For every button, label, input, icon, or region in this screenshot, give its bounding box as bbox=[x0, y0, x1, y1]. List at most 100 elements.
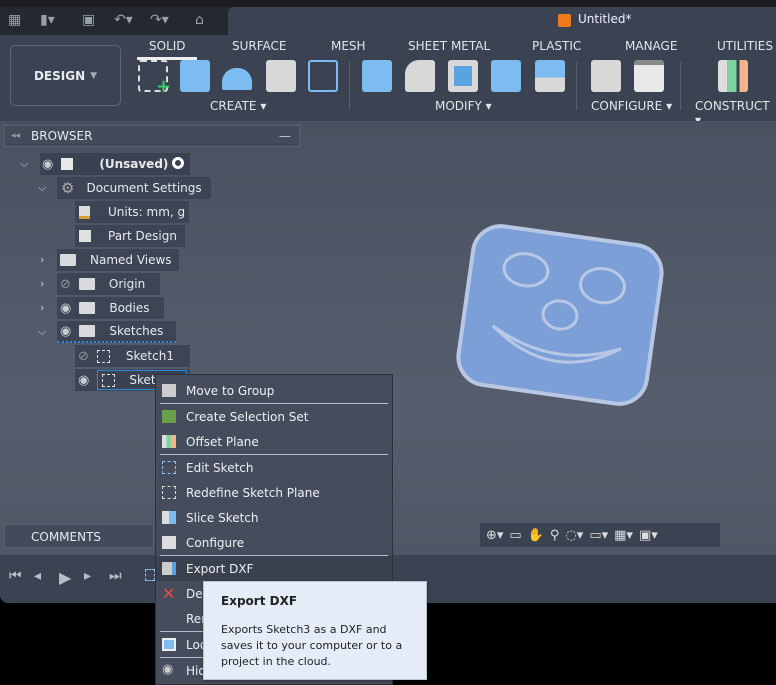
separator bbox=[576, 62, 577, 110]
go-to-end-icon[interactable]: ⏭ bbox=[109, 568, 122, 584]
window-top-strip bbox=[0, 0, 776, 7]
component-icon bbox=[61, 158, 74, 170]
workspace-switcher[interactable]: DESIGN ▼ bbox=[10, 45, 121, 106]
chevron-right-icon[interactable]: › bbox=[40, 301, 44, 314]
menu-item-export-dxf[interactable]: Export DXF bbox=[156, 556, 392, 581]
menu-item-edit-sketch[interactable]: Edit Sketch bbox=[156, 455, 392, 480]
document-title: Untitled* bbox=[578, 12, 632, 26]
chevron-down-icon[interactable]: ⌵ bbox=[38, 325, 46, 339]
eye-icon[interactable]: ◉ bbox=[60, 324, 71, 339]
timeline-sketch-icon[interactable] bbox=[145, 569, 155, 581]
menu-item-configure[interactable]: Configure bbox=[156, 530, 392, 555]
tab-plastic[interactable]: PLASTIC bbox=[532, 39, 581, 53]
pan-icon[interactable]: ✋ bbox=[528, 528, 544, 543]
configure-icon bbox=[162, 536, 176, 549]
zoom-icon[interactable]: ⚲ bbox=[550, 528, 560, 543]
menu-item-slice-sketch[interactable]: Slice Sketch bbox=[156, 505, 392, 530]
offset-plane-icon[interactable] bbox=[718, 60, 748, 92]
go-to-start-icon[interactable]: ⏮ bbox=[9, 568, 22, 584]
item-label: Bodies bbox=[109, 301, 150, 315]
fillet-icon[interactable] bbox=[405, 60, 435, 92]
eye-icon[interactable]: ◉ bbox=[42, 157, 53, 172]
tree-item-sketch1[interactable]: ⊘ Sketch1 bbox=[75, 345, 190, 367]
menu-item-move-to-group[interactable]: Move to Group bbox=[156, 378, 392, 403]
slice-icon bbox=[162, 511, 176, 524]
menu-item-redefine-sketch-plane[interactable]: Redefine Sketch Plane bbox=[156, 480, 392, 505]
eye-icon[interactable]: ◉ bbox=[78, 373, 89, 388]
activate-radio-icon[interactable] bbox=[172, 157, 184, 169]
comments-panel[interactable]: COMMENTS bbox=[4, 524, 154, 548]
tab-sheet-metal[interactable]: SHEET METAL bbox=[408, 39, 490, 53]
separator bbox=[349, 62, 350, 110]
eye-hidden-icon[interactable]: ⊘ bbox=[78, 349, 89, 364]
menu-item-offset-plane[interactable]: Offset Plane bbox=[156, 429, 392, 454]
look-at-icon bbox=[162, 638, 176, 651]
tree-root[interactable]: ◉ (Unsaved) bbox=[40, 153, 190, 175]
create-menu[interactable]: CREATE ▾ bbox=[210, 99, 266, 113]
home-icon[interactable]: ⌂ bbox=[195, 12, 204, 28]
chevron-down-icon[interactable]: ⌵ bbox=[38, 181, 46, 195]
tree-item-bodies[interactable]: ◉ Bodies bbox=[57, 297, 164, 319]
display-settings-icon[interactable]: ▭▾ bbox=[589, 528, 608, 543]
pattern-icon[interactable] bbox=[308, 60, 338, 92]
extrude-icon[interactable] bbox=[180, 60, 210, 92]
redo-icon[interactable]: ↷▾ bbox=[150, 12, 169, 28]
tab-mesh[interactable]: MESH bbox=[331, 39, 366, 53]
chevron-right-icon[interactable]: › bbox=[40, 277, 44, 290]
configure-label: CONFIGURE bbox=[591, 99, 663, 113]
tree-item-units[interactable]: Units: mm, g bbox=[75, 201, 189, 223]
configure-icon[interactable] bbox=[591, 60, 621, 92]
menu-label: Redefine Sketch Plane bbox=[186, 485, 320, 500]
tab-manage[interactable]: MANAGE bbox=[625, 39, 677, 53]
chevron-right-icon[interactable]: › bbox=[40, 253, 44, 266]
document-cube-icon bbox=[558, 14, 571, 27]
minimize-icon[interactable]: — bbox=[279, 129, 291, 143]
menu-label: Create Selection Set bbox=[186, 409, 309, 424]
menu-label: Export DXF bbox=[186, 561, 254, 576]
viewports-icon[interactable]: ▣▾ bbox=[639, 528, 658, 543]
tree-item-named-views[interactable]: Named Views bbox=[57, 249, 179, 271]
item-label: Sketch1 bbox=[125, 349, 174, 363]
look-at-icon[interactable]: ▭ bbox=[509, 528, 521, 543]
grid-icon[interactable]: ▦▾ bbox=[614, 528, 633, 543]
step-forward-icon[interactable]: ▸ bbox=[84, 568, 91, 584]
file-menu-icon[interactable]: ▮▾ bbox=[40, 12, 55, 28]
configure-menu[interactable]: CONFIGURE ▾ bbox=[591, 99, 672, 113]
document-tab[interactable] bbox=[228, 7, 776, 35]
play-icon[interactable]: ▶ bbox=[59, 568, 71, 587]
fit-icon[interactable]: ◌▾ bbox=[565, 528, 583, 543]
tab-surface[interactable]: SURFACE bbox=[232, 39, 287, 53]
eye-icon: ◉ bbox=[162, 662, 174, 677]
app-grid-icon[interactable]: ▦ bbox=[8, 12, 21, 28]
root-label: (Unsaved) bbox=[99, 157, 169, 171]
tab-solid[interactable]: SOLID bbox=[149, 39, 186, 53]
tab-utilities[interactable]: UTILITIES bbox=[717, 39, 773, 53]
collapse-icon[interactable]: ◂◂ bbox=[11, 131, 20, 141]
eye-hidden-icon[interactable]: ⊘ bbox=[60, 277, 71, 292]
tree-item-origin[interactable]: ⊘ Origin bbox=[57, 273, 160, 295]
tree-item-part-design[interactable]: Part Design bbox=[75, 225, 185, 247]
menu-item-create-selection-set[interactable]: Create Selection Set bbox=[156, 404, 392, 429]
eye-icon[interactable]: ◉ bbox=[60, 301, 71, 316]
combine-icon[interactable] bbox=[491, 60, 521, 92]
undo-icon[interactable]: ↶▾ bbox=[114, 12, 133, 28]
orbit-icon[interactable]: ⊕▾ bbox=[486, 528, 503, 543]
item-label: Origin bbox=[108, 277, 146, 291]
tree-item-document-settings[interactable]: ⚙ Document Settings bbox=[57, 177, 211, 199]
browser-header[interactable]: ◂◂ BROWSER — bbox=[4, 125, 300, 147]
menu-label: Configure bbox=[186, 535, 245, 550]
revolve-icon[interactable] bbox=[222, 68, 252, 90]
save-icon[interactable]: ▣ bbox=[82, 12, 95, 28]
smiley-body[interactable] bbox=[440, 220, 680, 420]
modify-menu[interactable]: MODIFY ▾ bbox=[435, 99, 492, 113]
chevron-down-icon[interactable]: ⌵ bbox=[20, 157, 28, 171]
split-body-icon[interactable] bbox=[535, 60, 565, 92]
tree-item-sketches[interactable]: ◉ Sketches bbox=[57, 321, 176, 343]
folder-icon bbox=[60, 254, 76, 266]
configuration-table-icon[interactable] bbox=[634, 60, 664, 92]
step-back-icon[interactable]: ◂ bbox=[34, 568, 41, 584]
menu-label: Edit Sketch bbox=[186, 460, 254, 475]
shell-icon[interactable] bbox=[448, 60, 478, 92]
press-pull-icon[interactable] bbox=[362, 60, 392, 92]
hole-icon[interactable] bbox=[266, 60, 296, 92]
